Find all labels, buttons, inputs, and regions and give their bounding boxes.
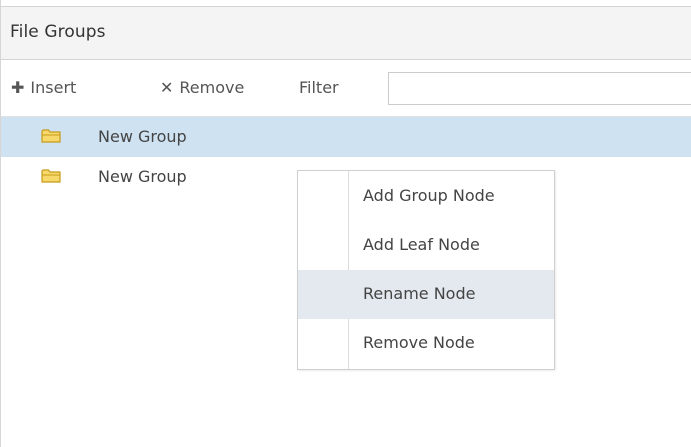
menu-item-add-group-node[interactable]: Add Group Node — [298, 172, 554, 221]
panel-header: File Groups — [1, 6, 691, 60]
file-groups-panel: File Groups ✚ Insert ✕ Remove Filter New G… — [0, 0, 691, 447]
remove-button-label: Remove — [179, 78, 245, 97]
panel-title: File Groups — [10, 22, 106, 42]
insert-button[interactable]: ✚ Insert — [11, 78, 76, 97]
remove-button[interactable]: ✕ Remove — [160, 78, 244, 97]
plus-icon: ✚ — [11, 78, 25, 97]
menu-item-label: Add Leaf Node — [363, 235, 480, 254]
menu-item-label: Remove Node — [363, 333, 475, 352]
tree-node-label: New Group — [98, 127, 187, 146]
close-icon: ✕ — [160, 78, 174, 97]
toolbar: ✚ Insert ✕ Remove Filter — [1, 60, 691, 117]
tree-node[interactable]: New Group — [1, 117, 691, 157]
menu-item-label: Rename Node — [363, 284, 476, 303]
folder-icon — [41, 169, 61, 183]
filter-label: Filter — [299, 78, 339, 97]
menu-item-rename-node[interactable]: Rename Node — [298, 270, 554, 319]
menu-item-remove-node[interactable]: Remove Node — [298, 319, 554, 368]
context-menu: Add Group Node Add Leaf Node Rename Node… — [297, 170, 555, 370]
tree-node-label: New Group — [98, 167, 187, 186]
folder-icon — [41, 129, 61, 143]
filter-input[interactable] — [388, 72, 691, 105]
insert-button-label: Insert — [30, 78, 77, 97]
menu-item-label: Add Group Node — [363, 186, 495, 205]
menu-item-add-leaf-node[interactable]: Add Leaf Node — [298, 221, 554, 270]
